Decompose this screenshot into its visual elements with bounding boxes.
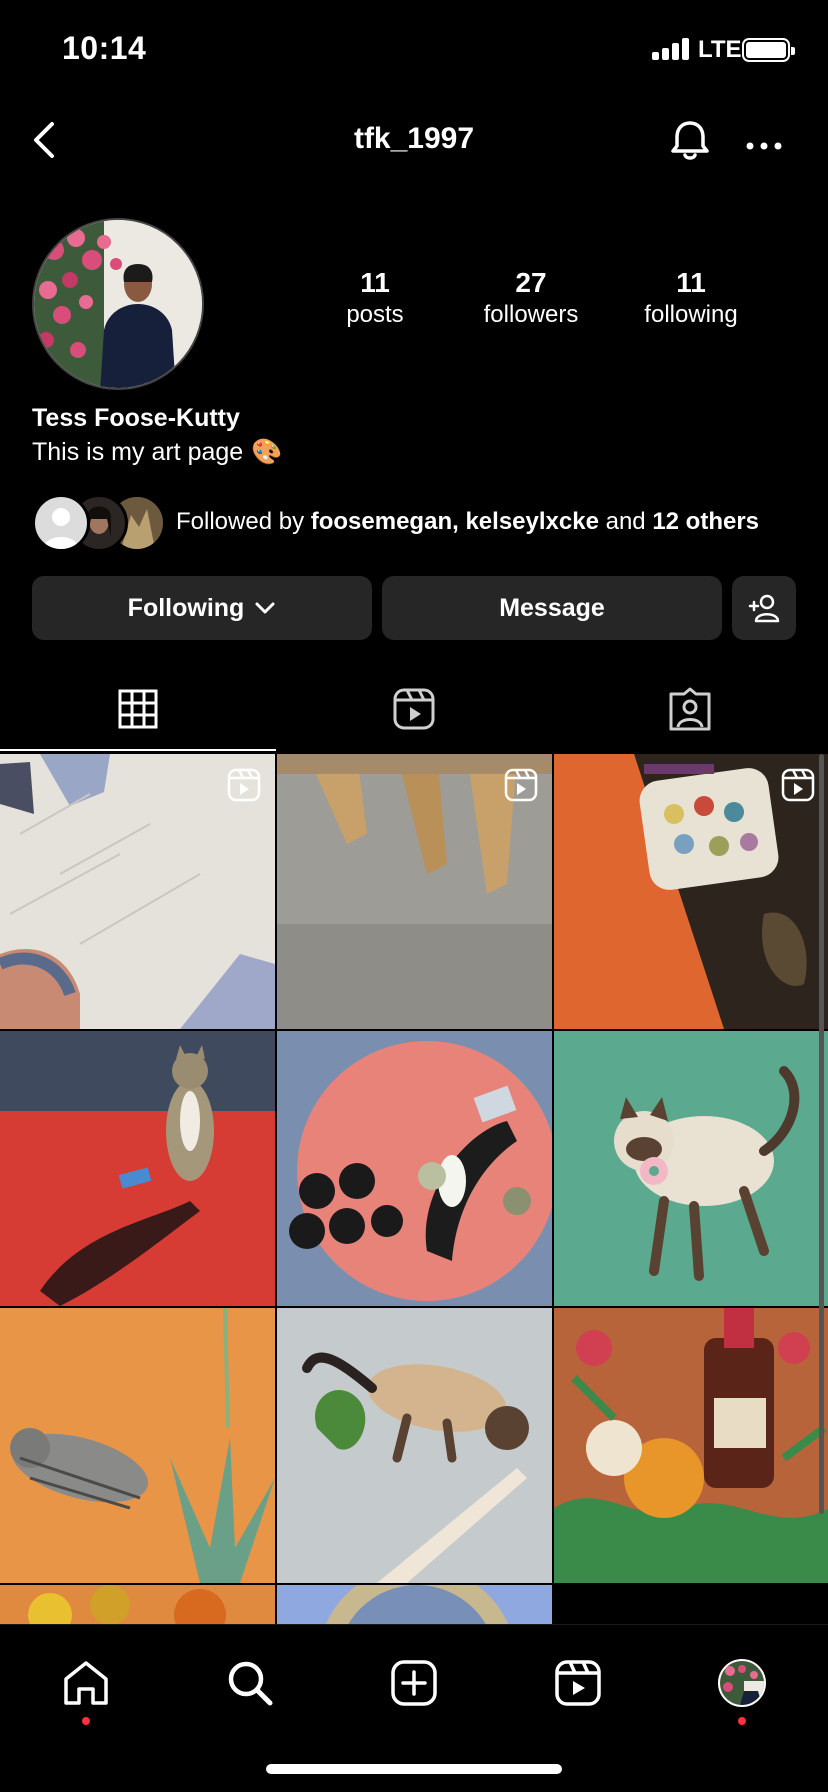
following-label: following [644,301,738,328]
profile-name: Tess Foose-Kutty [32,404,240,432]
nav-search[interactable] [220,1653,280,1713]
nav-create[interactable] [384,1653,444,1713]
battery-icon [742,38,795,62]
bell-icon [671,121,709,160]
followed-by-user[interactable]: foosemegan [311,508,452,535]
search-icon [228,1661,273,1706]
followed-by-prefix: Followed by [176,508,305,535]
nav-profile[interactable] [712,1653,772,1725]
followed-by-and: and [605,508,646,535]
grid-icon [118,689,158,729]
scrollbar[interactable] [819,754,824,1514]
posts-label: posts [346,301,404,328]
tab-grid[interactable] [0,668,276,750]
posts-count: 11 [360,267,390,298]
more-icon [746,142,782,150]
status-time: 10:14 [62,30,147,66]
tagged-person-icon [669,687,711,731]
post-thumbnail[interactable] [277,1308,552,1583]
avatar [32,494,90,552]
following-count: 11 [676,267,706,298]
status-bar: 10:14 LTE [0,0,828,100]
tab-reels[interactable] [276,668,552,750]
active-tab-indicator [0,749,276,751]
reel-icon [227,768,261,802]
plus-square-icon [391,1660,437,1706]
followed-by-row[interactable]: Followed by foosemegan, kelseylxcke and … [32,494,812,552]
followed-by-separator: , [452,508,459,535]
message-label: Message [499,593,605,622]
posts-stat[interactable]: 11 posts [300,266,450,330]
post-thumbnail[interactable] [554,754,828,1029]
nav-reels[interactable] [548,1653,608,1713]
profile-tabs [0,668,828,752]
more-options-button[interactable] [738,114,790,166]
profile-header: tfk_1997 [0,108,828,172]
following-button[interactable]: Following [32,576,372,640]
following-label: Following [127,593,245,622]
posts-grid [0,754,828,1624]
followed-by-others[interactable]: 12 others [652,508,759,535]
followers-count: 27 [515,267,547,298]
notification-dot [82,1717,90,1725]
avatar [718,1659,766,1707]
reel-icon [504,768,538,802]
post-thumbnail[interactable] [277,1031,552,1306]
home-indicator [266,1764,562,1774]
followed-by-text: Followed by foosemegan, kelseylxcke and … [176,508,759,536]
message-button[interactable]: Message [382,576,722,640]
post-thumbnail[interactable] [0,1585,275,1624]
following-stat[interactable]: 11 following [616,266,766,330]
notification-dot [738,1717,746,1725]
post-thumbnail[interactable] [554,1031,828,1306]
chevron-down-icon [255,602,275,614]
post-thumbnail[interactable] [0,1308,275,1583]
profile-stats: 11 posts 27 followers 11 following [300,266,820,336]
home-icon [64,1661,108,1705]
post-thumbnail[interactable] [554,1308,828,1583]
suggest-people-button[interactable] [732,576,796,640]
reel-icon [781,768,815,802]
followers-label: followers [483,301,579,328]
post-thumbnail[interactable] [277,754,552,1029]
profile-bio: This is my art page 🎨 [32,438,282,467]
followed-by-user[interactable]: kelseylxcke [465,508,598,535]
post-thumbnail[interactable] [0,754,275,1029]
reels-icon [555,1660,601,1706]
add-person-icon [748,594,780,623]
tab-tagged[interactable] [552,668,828,750]
signal-icon [652,38,689,60]
nav-home[interactable] [56,1653,116,1725]
palette-emoji-icon: 🎨 [251,438,283,466]
reels-icon [393,688,435,730]
profile-avatar[interactable] [32,218,204,390]
notifications-button[interactable] [664,114,716,166]
followers-stat[interactable]: 27 followers [456,266,606,330]
bio-text: This is my art page [32,438,244,466]
network-label: LTE [698,36,742,63]
post-thumbnail[interactable] [277,1585,552,1624]
post-thumbnail[interactable] [0,1031,275,1306]
